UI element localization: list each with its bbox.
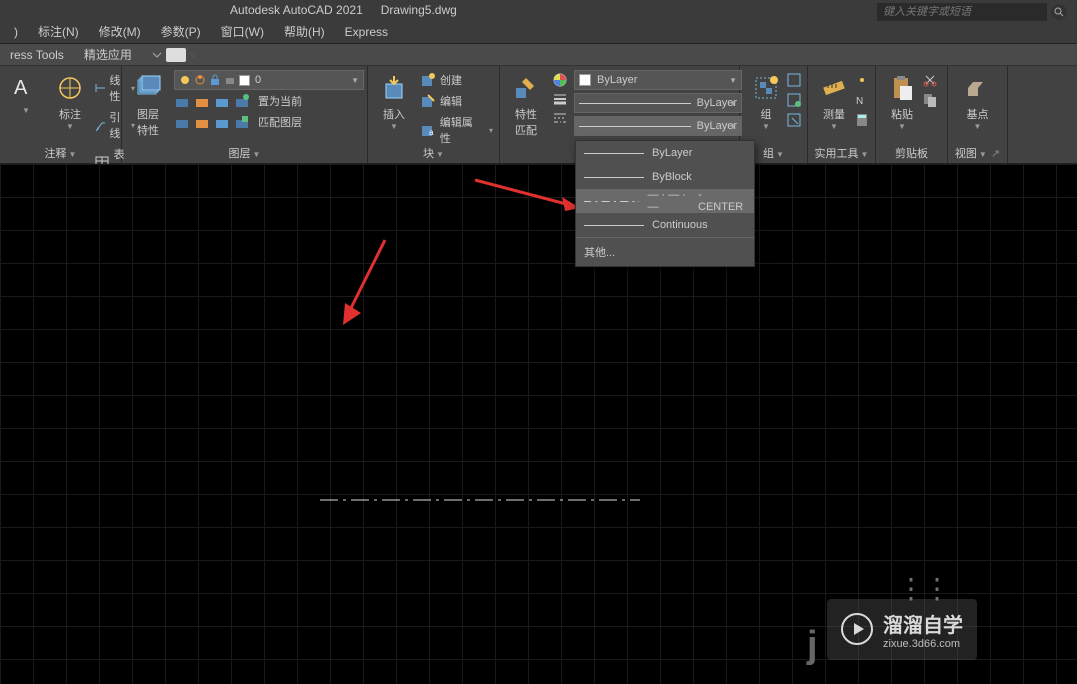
panel-label-util: 实用工具▼ <box>808 145 875 161</box>
menu-item-modify[interactable]: 修改(M) <box>89 19 151 44</box>
cut-icon[interactable] <box>922 72 938 88</box>
linetype-item-continuous[interactable]: Continuous <box>576 213 754 237</box>
layer-tool-icon[interactable] <box>174 114 190 130</box>
edit-attr-button[interactable]: a 编辑属性▾ <box>420 114 493 146</box>
group-select-icon[interactable] <box>786 112 802 128</box>
play-icon <box>841 613 873 645</box>
layer-tool-icon[interactable] <box>194 114 210 130</box>
linetype-item-center[interactable]: — · — · —- CENTER <box>576 189 754 213</box>
panel-label-block: 块▼ <box>368 145 499 161</box>
count-icon[interactable]: N <box>854 92 870 108</box>
menu-item-express[interactable]: Express <box>335 21 398 43</box>
tab-switcher[interactable] <box>152 48 197 62</box>
linetype-item-bylayer[interactable]: ByLayer <box>576 141 754 165</box>
base-point-button[interactable]: 基点 ▼ <box>954 70 1001 135</box>
group-button[interactable]: 组 ▼ <box>746 70 786 135</box>
copy-icon[interactable] <box>922 92 938 108</box>
ribbon-tabbar: ress Tools 精选应用 <box>0 44 1077 66</box>
layer-tool-icon[interactable] <box>234 114 250 130</box>
color-wheel-icon[interactable] <box>552 72 568 88</box>
lineweight-combo[interactable]: ByLayer▼ <box>574 93 742 113</box>
panel-label-layers: 图层▼ <box>122 145 367 161</box>
watermark: ⋮⋮ j 溜溜自学 zixue.3d66.com <box>827 594 1027 664</box>
menu-item[interactable]: ) <box>4 21 28 43</box>
tab-featured[interactable]: 精选应用 <box>74 43 142 66</box>
panel-label-clipboard: 剪贴板 <box>876 145 947 161</box>
layer-tool-icon[interactable] <box>214 93 230 109</box>
edit-block-button[interactable]: 编辑 <box>420 93 493 109</box>
set-current-button[interactable]: 置为当前 <box>258 93 302 109</box>
doc-title: Drawing5.dwg <box>381 3 457 17</box>
panel-view: 基点 ▼ 视图▼↗ <box>948 66 1008 163</box>
create-block-button[interactable]: 创建 <box>420 72 493 88</box>
panel-label-annotate: 注释▼ <box>0 145 121 161</box>
menu-item-window[interactable]: 窗口(W) <box>211 19 274 44</box>
measure-button[interactable]: 测量 ▼ <box>814 70 854 135</box>
linetype-dropdown: ByLayer ByBlock — · — · —- CENTER Contin… <box>575 140 755 267</box>
annotation-arrow-2 <box>335 235 395 325</box>
menu-item-param[interactable]: 参数(P) <box>151 19 211 44</box>
ungroup-icon[interactable] <box>786 72 802 88</box>
panel-annotate: A ▼ 标注 ▼ 线性▾ 引线▾ 表格 <box>0 66 122 163</box>
group-edit-icon[interactable] <box>786 92 802 108</box>
linetype-icon[interactable] <box>552 110 568 126</box>
panel-block: 插入 ▼ 创建 编辑 a 编辑属性▾ 块▼ <box>368 66 500 163</box>
layer-properties-button[interactable]: 图层 特性 <box>128 70 168 142</box>
search-box <box>877 3 1067 21</box>
layer-tool-icon[interactable] <box>194 93 210 109</box>
search-icon[interactable] <box>1051 4 1067 20</box>
panel-label-view: 视图▼↗ <box>948 145 1007 161</box>
panel-measure: 测量 ▼ N 实用工具▼ <box>808 66 876 163</box>
calc-icon[interactable] <box>854 112 870 128</box>
svg-text:a: a <box>429 128 434 137</box>
menubar: ) 标注(N) 修改(M) 参数(P) 窗口(W) 帮助(H) Express <box>0 20 1077 44</box>
paste-button[interactable]: 粘贴 ▼ <box>882 70 922 135</box>
panel-clipboard: 粘贴 ▼ 剪贴板 <box>876 66 948 163</box>
tab-express-tools[interactable]: ress Tools <box>0 45 74 65</box>
ribbon: A ▼ 标注 ▼ 线性▾ 引线▾ 表格 <box>0 66 1077 164</box>
insert-button[interactable]: 插入 ▼ <box>374 70 414 148</box>
search-input[interactable] <box>877 3 1047 21</box>
dim-label: 标注 <box>59 106 81 122</box>
svg-text:N: N <box>856 96 863 107</box>
point-icon[interactable] <box>854 72 870 88</box>
linetype-item-byblock[interactable]: ByBlock <box>576 165 754 189</box>
menu-item-help[interactable]: 帮助(H) <box>274 19 335 44</box>
app-title: Autodesk AutoCAD 2021 <box>230 3 363 17</box>
annotation-arrow-1 <box>470 175 580 215</box>
color-combo[interactable]: ByLayer▼ <box>574 70 742 90</box>
linetype-combo[interactable]: ByLayer▼ <box>574 116 742 136</box>
layer-tool-icon[interactable] <box>174 93 190 109</box>
match-props-button[interactable]: 特性 匹配 <box>506 70 546 142</box>
menu-item-dim[interactable]: 标注(N) <box>28 19 89 44</box>
lineweight-icon[interactable] <box>552 91 568 107</box>
match-layer-button[interactable]: 匹配图层 <box>258 114 302 130</box>
layer-tool-icon[interactable] <box>214 114 230 130</box>
layer-tool-icon[interactable] <box>234 93 250 109</box>
layer-combo[interactable]: 0 ▼ <box>174 70 364 90</box>
linetype-other[interactable]: 其他... <box>576 237 754 266</box>
panel-layers: 图层 特性 0 ▼ 置为当前 <box>122 66 368 163</box>
svg-text:A: A <box>14 77 28 99</box>
